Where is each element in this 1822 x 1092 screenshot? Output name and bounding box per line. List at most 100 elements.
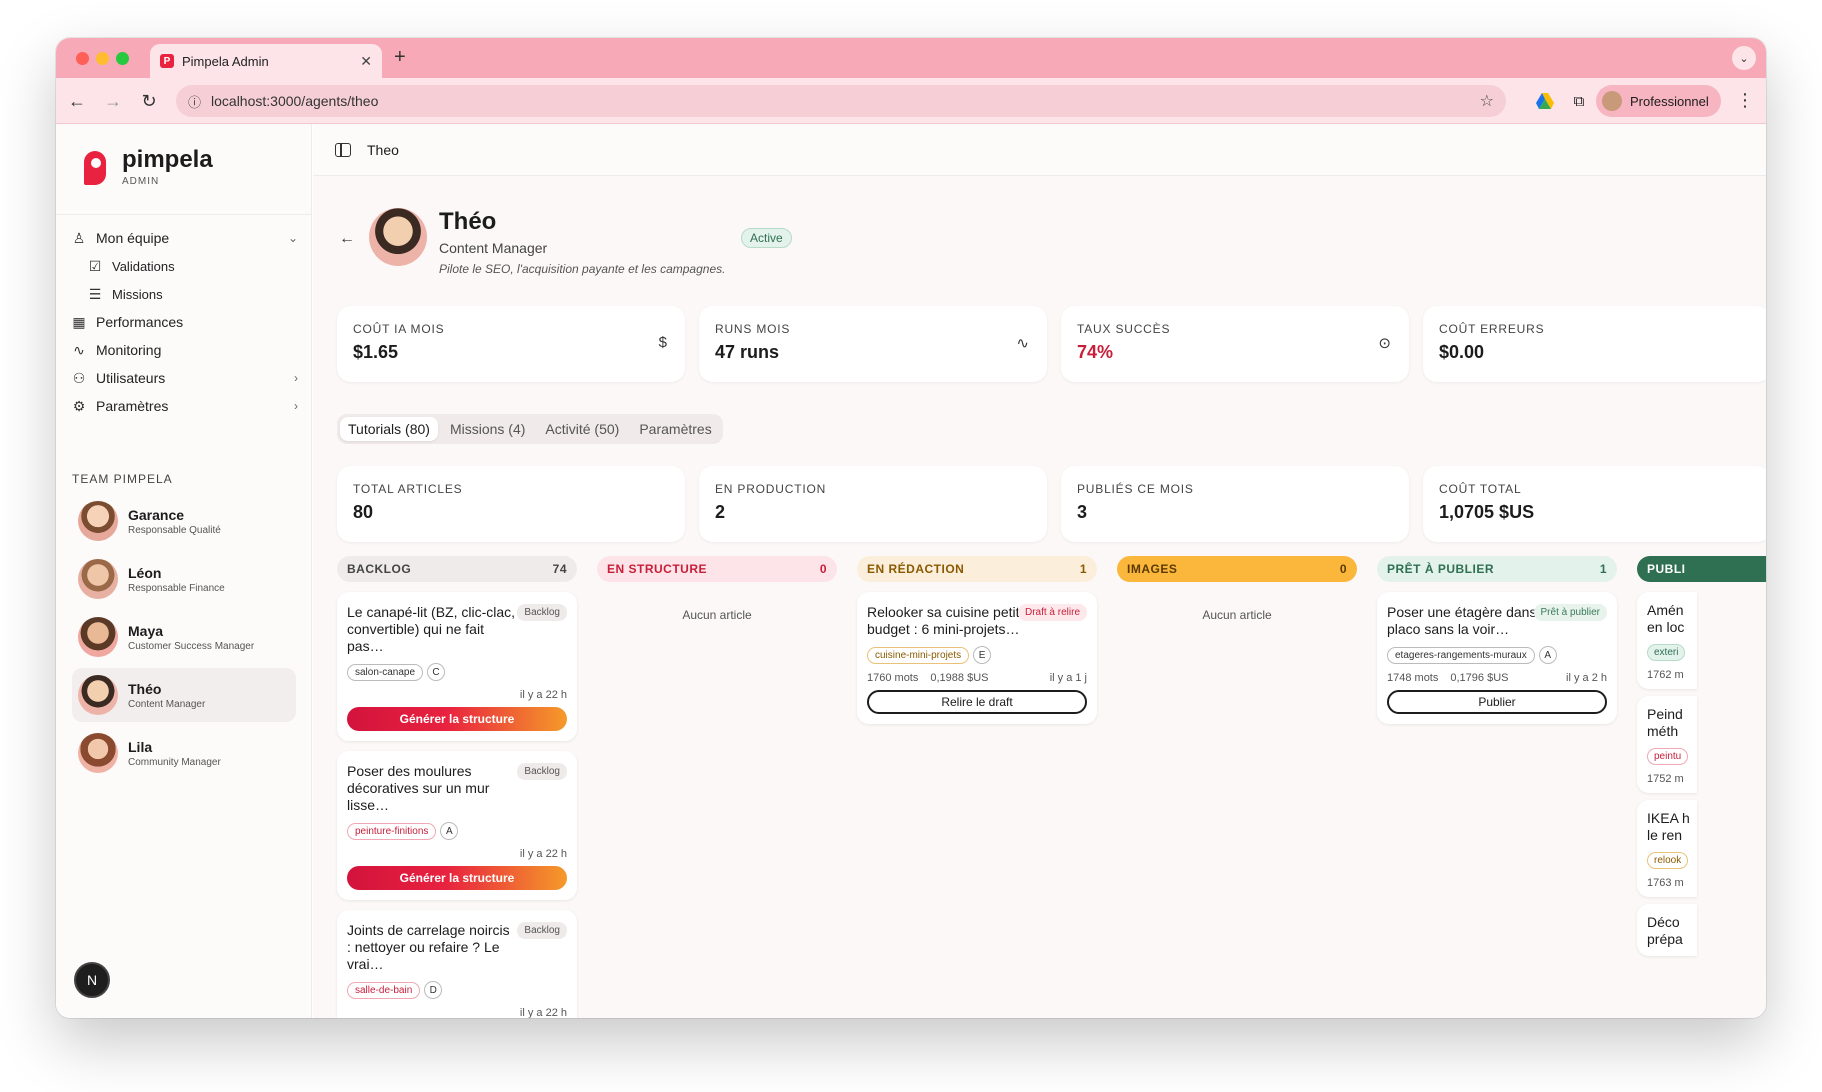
tag-chip: salon-canape bbox=[347, 663, 424, 681]
sidebar-item-validations[interactable]: ☑ Validations bbox=[86, 252, 314, 280]
article-card[interactable]: Le canapé-lit (BZ, clic-clac, convertibl… bbox=[337, 592, 577, 741]
activity-icon: ∿ bbox=[1016, 335, 1029, 352]
url-text: localhost:3000/agents/theo bbox=[211, 93, 379, 109]
kpi-value: 74% bbox=[1077, 342, 1114, 362]
sidebar-item-utilisateurs[interactable]: ⚇ Utilisateurs › bbox=[70, 364, 298, 392]
card-title: Peind bbox=[1647, 706, 1683, 722]
tab-strip: P Pimpela Admin ✕ + ⌄ bbox=[56, 38, 1766, 78]
sidebar-item-performances[interactable]: ▦ Performances bbox=[70, 308, 298, 336]
status-badge: Prêt à publier bbox=[1533, 604, 1607, 621]
toggle-sidebar-icon[interactable] bbox=[335, 142, 351, 157]
close-window-button[interactable] bbox=[76, 52, 89, 65]
grade-chip: C bbox=[427, 663, 446, 681]
card-title: Joints de carrelage noircis : nettoyer o… bbox=[347, 922, 510, 972]
avatar bbox=[78, 559, 118, 599]
profile-label: Professionnel bbox=[1630, 93, 1709, 109]
tag-chip: peintu bbox=[1647, 748, 1689, 765]
column-title: EN RÉDACTION bbox=[867, 562, 965, 576]
next-devtools-button[interactable]: N bbox=[74, 962, 110, 998]
tab-search-chevron-icon[interactable]: ⌄ bbox=[1732, 46, 1756, 70]
dollar-icon: $ bbox=[658, 334, 667, 351]
agent-header: ← Théo Content Manager Pilote le SEO, l'… bbox=[339, 208, 725, 276]
article-card[interactable]: IKEA h le ren relook 1763 m bbox=[1637, 800, 1697, 897]
status-badge: Backlog bbox=[517, 604, 567, 621]
article-card[interactable]: Amén en loc exteri 1762 m bbox=[1637, 592, 1697, 689]
article-card[interactable]: Peind méth peintu 1752 m bbox=[1637, 696, 1697, 793]
tag-chip: etageres-rangements-muraux bbox=[1387, 646, 1535, 664]
tab-activite[interactable]: Activité (50) bbox=[537, 417, 627, 441]
tag-chip: cuisine-mini-projets bbox=[867, 646, 970, 664]
tab-parametres[interactable]: Paramètres bbox=[631, 417, 719, 441]
member-role: Community Manager bbox=[128, 756, 221, 768]
column-title: BACKLOG bbox=[347, 562, 412, 576]
grade-chip: E bbox=[973, 646, 992, 664]
sidebar-item-parametres[interactable]: ⚙ Paramètres › bbox=[70, 392, 298, 420]
breadcrumb: Theo bbox=[367, 141, 399, 158]
gear-icon: ⚙ bbox=[72, 397, 86, 414]
topbar: Theo bbox=[313, 124, 1766, 176]
column-title: PUBLI bbox=[1647, 562, 1686, 576]
column-title: PRÊT À PUBLIER bbox=[1387, 562, 1495, 576]
team-member-lila[interactable]: Lila Community Manager bbox=[72, 726, 296, 780]
minimize-window-button[interactable] bbox=[96, 52, 109, 65]
grade-chip: D bbox=[424, 981, 443, 999]
sidebar-item-mon-equipe[interactable]: ♙ Mon équipe ⌄ bbox=[70, 224, 298, 252]
member-role: Responsable Finance bbox=[128, 582, 225, 594]
sidebar-item-label: Paramètres bbox=[96, 398, 169, 414]
kpi-label: TOTAL ARTICLES bbox=[353, 482, 463, 496]
article-card[interactable]: Poser une étagère dans du placo sans la … bbox=[1377, 592, 1617, 724]
article-card[interactable]: Joints de carrelage noircis : nettoyer o… bbox=[337, 910, 577, 1018]
word-count: 1760 mots bbox=[867, 672, 919, 684]
team-member-theo[interactable]: Théo Content Manager bbox=[72, 668, 296, 722]
close-tab-icon[interactable]: ✕ bbox=[360, 53, 372, 70]
drive-icon[interactable] bbox=[1534, 90, 1556, 112]
generate-structure-button[interactable]: Générer la structure bbox=[347, 866, 567, 890]
back-arrow-icon[interactable]: ← bbox=[64, 88, 90, 114]
grid-icon: ▦ bbox=[72, 313, 86, 330]
kpi-card-cout-ia: COÛT IA MOIS $1.65 $ bbox=[337, 306, 685, 382]
back-arrow-icon[interactable]: ← bbox=[339, 230, 357, 248]
grade-chip: A bbox=[1538, 646, 1557, 664]
bookmark-star-icon[interactable]: ☆ bbox=[1480, 91, 1494, 111]
generate-structure-button[interactable]: Générer la structure bbox=[347, 707, 567, 731]
maximize-window-button[interactable] bbox=[116, 52, 129, 65]
sidebar-item-label: Validations bbox=[112, 258, 175, 274]
sidebar-item-label: Missions bbox=[112, 286, 163, 302]
article-card[interactable]: Déco prépa bbox=[1637, 904, 1697, 956]
kpi-row-articles: TOTAL ARTICLES 80 EN PRODUCTION 2 PUBLIÉ… bbox=[337, 466, 1766, 542]
tab-title: Pimpela Admin bbox=[182, 53, 269, 69]
browser-menu-icon[interactable]: ⋮ bbox=[1736, 90, 1754, 111]
tag-chip: relook bbox=[1647, 852, 1689, 869]
card-title: Amén bbox=[1647, 602, 1684, 618]
agent-avatar bbox=[369, 208, 427, 266]
sidebar-item-monitoring[interactable]: ∿ Monitoring bbox=[70, 336, 298, 364]
kpi-card-en-production: EN PRODUCTION 2 bbox=[699, 466, 1047, 542]
review-draft-button[interactable]: Relire le draft bbox=[867, 690, 1087, 714]
profile-button[interactable]: Professionnel bbox=[1596, 85, 1721, 117]
brand[interactable]: pimpela ADMIN bbox=[84, 148, 213, 187]
kpi-card-cout-erreurs: COÛT ERREURS $0.00 bbox=[1423, 306, 1766, 382]
article-card[interactable]: Poser des moulures décoratives sur un mu… bbox=[337, 751, 577, 900]
sidebar-item-missions[interactable]: ☰ Missions bbox=[86, 280, 314, 308]
extensions-puzzle-icon[interactable]: ⧉ bbox=[1568, 90, 1590, 112]
tab-missions[interactable]: Missions (4) bbox=[442, 417, 533, 441]
new-tab-icon[interactable]: + bbox=[394, 46, 406, 69]
kanban-column-images: IMAGES 0 Aucun article bbox=[1117, 556, 1357, 622]
browser-tab[interactable]: P Pimpela Admin ✕ bbox=[150, 44, 382, 78]
word-count: 1752 m bbox=[1647, 773, 1684, 785]
site-info-icon[interactable]: ⓘ bbox=[188, 92, 201, 111]
publish-button[interactable]: Publier bbox=[1387, 690, 1607, 714]
team-member-maya[interactable]: Maya Customer Success Manager bbox=[72, 610, 296, 664]
avatar bbox=[78, 733, 118, 773]
address-bar[interactable]: ⓘ localhost:3000/agents/theo ☆ bbox=[176, 85, 1506, 117]
article-card[interactable]: Relooker sa cuisine petit budget : 6 min… bbox=[857, 592, 1097, 724]
tab-tutorials[interactable]: Tutorials (80) bbox=[340, 417, 438, 441]
kpi-value: $1.65 bbox=[353, 342, 399, 362]
forward-arrow-icon[interactable]: → bbox=[100, 88, 126, 114]
reload-icon[interactable]: ↻ bbox=[136, 88, 162, 114]
team-member-leon[interactable]: Léon Responsable Finance bbox=[72, 552, 296, 606]
card-title: Poser une étagère dans du placo sans la … bbox=[1387, 604, 1556, 637]
kanban-column-publie: PUBLI Amén en loc exteri 1762 m Peind mé… bbox=[1637, 556, 1766, 956]
kanban-column-en-redaction: EN RÉDACTION 1 Relooker sa cuisine petit… bbox=[857, 556, 1097, 724]
team-member-garance[interactable]: Garance Responsable Qualité bbox=[72, 494, 296, 548]
